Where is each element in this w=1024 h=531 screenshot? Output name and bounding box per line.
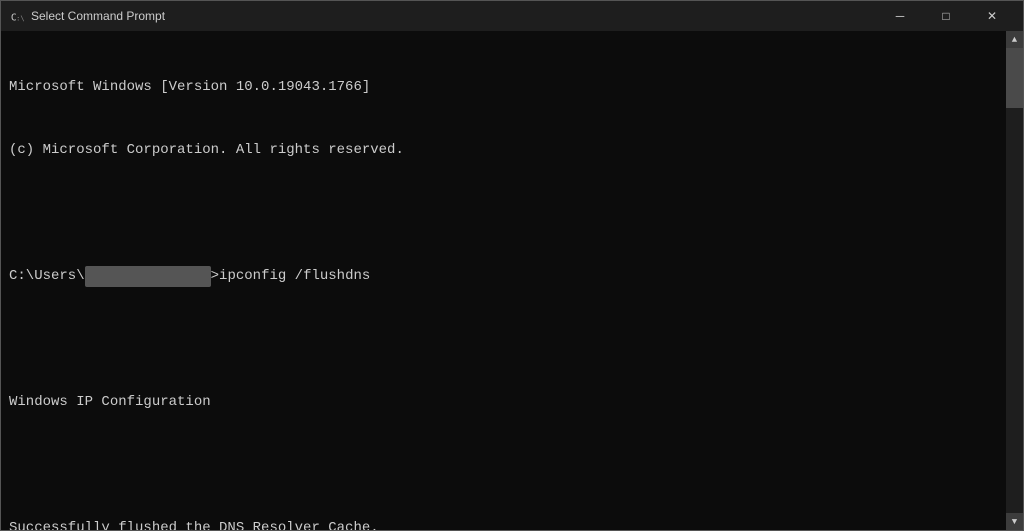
output-line-blank-2 (9, 329, 998, 350)
output-line-blank-3 (9, 455, 998, 476)
scrollbar-thumb[interactable] (1006, 48, 1023, 108)
svg-text::\: :\ (16, 14, 24, 22)
window-controls: ─ □ ✕ (877, 1, 1015, 31)
output-line-1: Microsoft Windows [Version 10.0.19043.17… (9, 77, 998, 98)
window-title: Select Command Prompt (31, 9, 877, 23)
cmd-icon: C :\ (9, 8, 25, 24)
output-line-2: (c) Microsoft Corporation. All rights re… (9, 140, 998, 161)
output-line-7: Successfully flushed the DNS Resolver Ca… (9, 518, 998, 530)
output-line-5: Windows IP Configuration (9, 392, 998, 413)
scrollbar-track[interactable] (1006, 48, 1023, 513)
minimize-button[interactable]: ─ (877, 1, 923, 31)
scroll-up-button[interactable]: ▲ (1006, 31, 1023, 48)
redacted-username-1 (85, 266, 211, 287)
terminal-output[interactable]: Microsoft Windows [Version 10.0.19043.17… (1, 31, 1006, 530)
cmd-window: C :\ Select Command Prompt ─ □ ✕ Microso… (0, 0, 1024, 531)
title-bar: C :\ Select Command Prompt ─ □ ✕ (1, 1, 1023, 31)
output-line-blank-1 (9, 203, 998, 224)
content-area: Microsoft Windows [Version 10.0.19043.17… (1, 31, 1023, 530)
close-button[interactable]: ✕ (969, 1, 1015, 31)
maximize-button[interactable]: □ (923, 1, 969, 31)
output-line-3: C:\Users\ >ipconfig /flushdns (9, 266, 998, 287)
scroll-down-button[interactable]: ▼ (1006, 513, 1023, 530)
scrollbar[interactable]: ▲ ▼ (1006, 31, 1023, 530)
